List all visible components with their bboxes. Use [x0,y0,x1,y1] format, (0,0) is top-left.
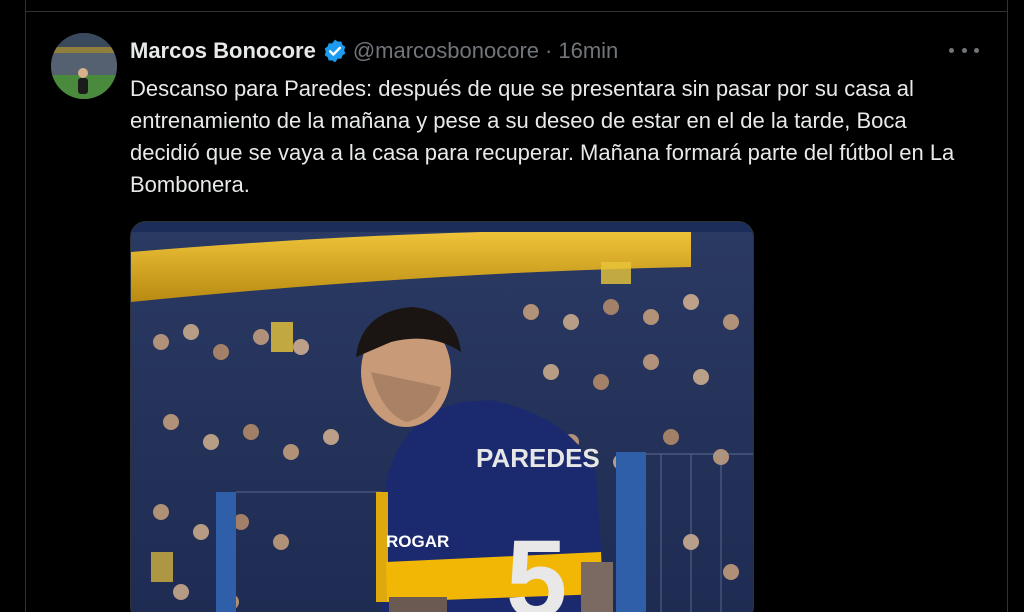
tweet-media[interactable]: PAREDES 5 ROGAR [130,221,754,612]
verified-badge-icon [322,38,348,64]
timeline-column: Marcos Bonocore @marcosbonocore · 16min … [25,0,1008,612]
divider [26,11,1007,12]
user-avatar-icon [51,33,117,99]
separator-dot: · [545,38,553,63]
more-options-icon[interactable] [949,40,979,60]
user-handle[interactable]: @marcosbonocore [353,38,539,64]
tweet-header: Marcos Bonocore @marcosbonocore · 16min [130,36,618,66]
jersey-number: 5 [506,518,567,612]
tweet-text: Descanso para Paredes: después de que se… [130,76,955,197]
display-name[interactable]: Marcos Bonocore [130,38,316,64]
avatar[interactable] [51,33,117,99]
timestamp[interactable]: 16min [558,38,618,64]
sponsor-logo: ROGAR [386,532,449,551]
jersey-name: PAREDES [476,443,600,473]
page: Marcos Bonocore @marcosbonocore · 16min … [0,0,1024,612]
player-photo-icon: PAREDES 5 ROGAR [131,222,753,612]
